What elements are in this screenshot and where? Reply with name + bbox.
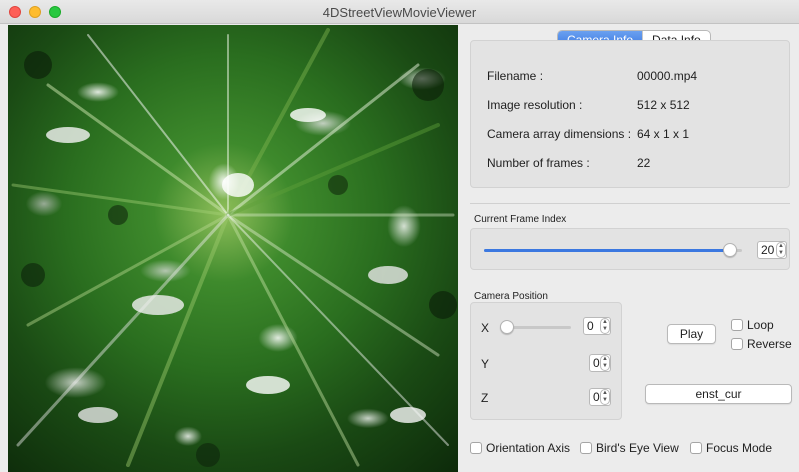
image-resolution-value: 512 x 512: [637, 98, 690, 112]
divider: [470, 203, 790, 204]
enst-cur-field[interactable]: enst_cur: [645, 384, 792, 404]
filename-label: Filename :: [487, 69, 544, 83]
image-resolution-label: Image resolution :: [487, 98, 583, 112]
frames-label: Number of frames :: [487, 156, 590, 170]
frames-value: 22: [637, 156, 651, 170]
x-stepper-icon[interactable]: ▲ ▼: [600, 318, 610, 334]
frame-slider-fill: [484, 249, 730, 252]
camera-position-panel: X 0 ▲ ▼ Y 0 ▲ ▼ Z 0 ▲ ▼: [470, 302, 622, 420]
title-bar: 4DStreetViewMovieViewer: [0, 0, 799, 24]
orientation-axis-label: Orientation Axis: [486, 441, 571, 455]
reverse-label: Reverse: [747, 337, 792, 351]
focus-mode-checkbox[interactable]: [690, 442, 702, 454]
z-stepper-icon[interactable]: ▲ ▼: [600, 389, 610, 405]
birds-eye-view-checkbox[interactable]: [580, 442, 592, 454]
y-stepper-icon[interactable]: ▲ ▼: [600, 355, 610, 371]
birds-eye-view-option[interactable]: Bird's Eye View: [580, 441, 679, 455]
frame-index-label: Current Frame Index: [474, 214, 567, 225]
filename-value: 00000.mp4: [637, 69, 698, 83]
street-view-viewport[interactable]: [8, 25, 458, 472]
frame-index-value: 20: [761, 243, 775, 257]
x-value: 0: [587, 319, 594, 333]
camera-array-label: Camera array dimensions :: [487, 127, 632, 141]
focus-mode-label: Focus Mode: [706, 441, 773, 455]
camera-array-value: 64 x 1 x 1: [637, 127, 690, 141]
frame-index-panel: 20 ▲ ▼: [470, 228, 790, 270]
birds-eye-view-label: Bird's Eye View: [596, 441, 679, 455]
loop-checkbox[interactable]: [731, 319, 743, 331]
camera-position-label: Camera Position: [474, 291, 548, 302]
z-label: Z: [481, 391, 489, 405]
window-title: 4DStreetViewMovieViewer: [322, 5, 477, 20]
x-slider-track[interactable]: [505, 326, 571, 329]
frame-index-stepper-icon[interactable]: ▲ ▼: [776, 242, 786, 258]
y-value: 0: [593, 356, 600, 370]
camera-info-panel: Filename : 00000.mp4 Image resolution : …: [470, 40, 790, 188]
loop-label: Loop: [747, 318, 774, 332]
frame-slider-thumb[interactable]: [723, 243, 737, 257]
orientation-axis-checkbox[interactable]: [470, 442, 482, 454]
y-label: Y: [481, 357, 490, 371]
x-label: X: [481, 321, 490, 335]
x-slider-thumb[interactable]: [500, 320, 514, 334]
z-value: 0: [593, 390, 600, 404]
loop-option[interactable]: Loop: [731, 318, 774, 332]
reverse-checkbox[interactable]: [731, 338, 743, 350]
reverse-option[interactable]: Reverse: [731, 337, 792, 351]
foliage-texture: [11, 28, 457, 467]
focus-mode-option[interactable]: Focus Mode: [690, 441, 772, 455]
orientation-axis-option[interactable]: Orientation Axis: [470, 441, 570, 455]
play-button[interactable]: Play: [667, 324, 716, 344]
